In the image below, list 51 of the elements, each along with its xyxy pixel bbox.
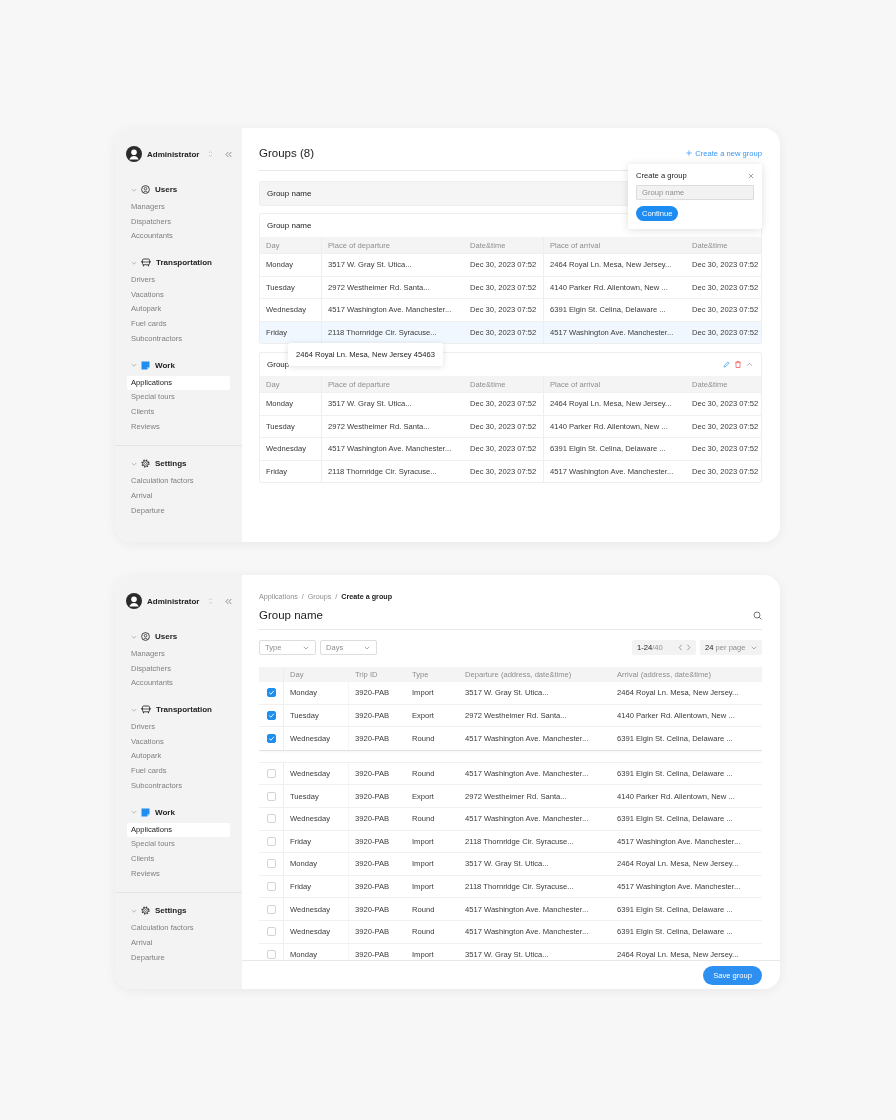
note-icon bbox=[141, 807, 150, 817]
user-icon bbox=[141, 632, 150, 641]
bus-icon bbox=[141, 258, 151, 268]
checkbox[interactable] bbox=[267, 710, 276, 720]
next-page-icon[interactable] bbox=[686, 644, 691, 651]
pencil-icon[interactable] bbox=[723, 361, 730, 368]
group-title: Group name bbox=[267, 221, 312, 230]
avatar-icon bbox=[126, 593, 142, 609]
user-icon bbox=[141, 185, 150, 194]
section-title[interactable]: Work bbox=[155, 807, 175, 817]
note-icon bbox=[141, 360, 150, 370]
group-title: Group bbox=[267, 360, 290, 369]
chevron-icon[interactable] bbox=[131, 633, 137, 640]
search-icon[interactable] bbox=[753, 610, 762, 620]
section-title[interactable]: Settings bbox=[155, 459, 187, 469]
chevron-down-icon bbox=[751, 645, 757, 650]
user-name[interactable]: Administrator bbox=[147, 149, 200, 159]
section-title[interactable]: Settings bbox=[155, 906, 187, 916]
chevron-icon[interactable] bbox=[131, 259, 137, 266]
chevron-icon[interactable] bbox=[131, 907, 137, 914]
plus-icon bbox=[686, 150, 693, 156]
chevron-icon[interactable] bbox=[131, 706, 137, 713]
chevron-icon[interactable] bbox=[131, 460, 137, 467]
chevron-icon[interactable] bbox=[131, 809, 137, 815]
section-title[interactable]: Transportation bbox=[156, 705, 212, 715]
collapse-sidebar-icon[interactable] bbox=[225, 597, 232, 605]
chevron-icon[interactable] bbox=[131, 186, 137, 193]
section-title[interactable]: Work bbox=[155, 360, 175, 370]
settings-icon bbox=[141, 906, 150, 916]
bus-icon bbox=[141, 705, 151, 715]
previous-page-icon[interactable] bbox=[678, 644, 683, 651]
group-title: Group name bbox=[267, 189, 312, 198]
checkbox[interactable] bbox=[267, 688, 276, 698]
trash-icon[interactable] bbox=[735, 361, 741, 368]
close-icon[interactable] bbox=[748, 172, 754, 179]
sort-icon[interactable] bbox=[208, 150, 214, 158]
page-title: Groups (8) bbox=[259, 147, 314, 159]
chevron-down-icon bbox=[364, 645, 370, 650]
section-title[interactable]: Users bbox=[155, 632, 178, 641]
collapse-sidebar-icon[interactable] bbox=[225, 150, 232, 158]
user-name[interactable]: Administrator bbox=[147, 596, 200, 606]
page-title: Group name bbox=[259, 609, 323, 621]
chevron-down-icon bbox=[303, 645, 309, 650]
checkbox[interactable] bbox=[267, 734, 276, 743]
section-title[interactable]: Users bbox=[155, 185, 178, 194]
avatar-icon bbox=[126, 146, 142, 162]
chevron-icon[interactable] bbox=[131, 362, 137, 368]
section-title[interactable]: Transportation bbox=[156, 258, 212, 268]
sort-icon[interactable] bbox=[208, 597, 214, 605]
chevron-up-icon[interactable] bbox=[746, 362, 753, 367]
settings-icon bbox=[141, 459, 150, 469]
